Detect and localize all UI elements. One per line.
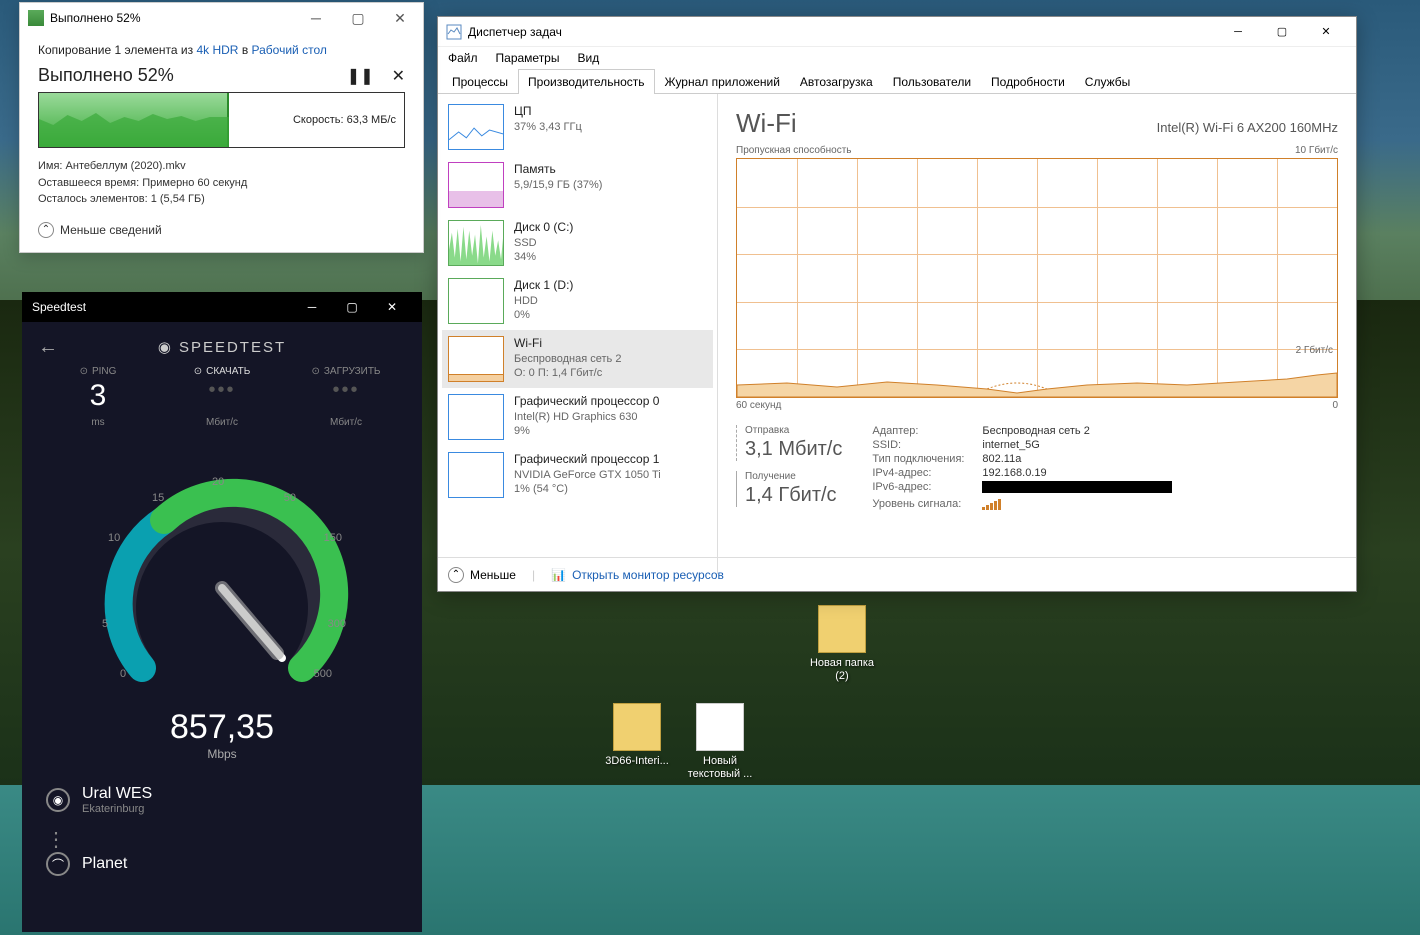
folder-icon <box>613 703 661 751</box>
close-button[interactable]: ✕ <box>372 292 412 322</box>
toggle-details-button[interactable]: ⌃ Меньше сведений <box>38 222 405 238</box>
back-button[interactable]: ← <box>38 336 58 359</box>
signal-strength-icon <box>982 498 1001 510</box>
chevron-up-icon: ⌃ <box>38 222 54 238</box>
tab-details[interactable]: Подробности <box>981 69 1075 94</box>
desktop-folder-new[interactable]: Новая папка (2) <box>802 605 882 683</box>
copy-titlebar[interactable]: Выполнено 52% ─ ▢ ✕ <box>20 3 423 33</box>
menu-view[interactable]: Вид <box>577 51 599 65</box>
connection-details: Адаптер:Беспроводная сеть 2 SSID:interne… <box>872 425 1172 515</box>
close-button[interactable]: ✕ <box>385 10 415 27</box>
tab-app-history[interactable]: Журнал приложений <box>655 69 790 94</box>
tm-footer: ⌃ Меньше | 📊 Открыть монитор ресурсов <box>438 557 1356 591</box>
gauge-icon: ◉ <box>158 338 173 356</box>
copy-metadata: Имя: Антебеллум (2020).mkv Оставшееся вр… <box>38 158 405 208</box>
chevron-up-icon: ⌃ <box>448 567 464 583</box>
copy-description: Копирование 1 элемента из 4k HDR в Рабоч… <box>38 43 405 57</box>
disk-thumb-icon <box>448 278 504 324</box>
copy-title-text: Выполнено 52% <box>50 11 141 25</box>
dest-link[interactable]: Рабочий стол <box>252 43 327 57</box>
task-manager-icon <box>446 24 462 40</box>
close-button[interactable]: ✕ <box>1304 17 1348 46</box>
more-indicator: ⋮ <box>46 827 398 852</box>
disk-thumb-icon <box>448 220 504 266</box>
server-row[interactable]: ⌒ Planet <box>46 852 398 876</box>
copy-throughput-graph: Скорость: 63,3 МБ/с <box>38 92 405 148</box>
minimize-button[interactable]: ─ <box>301 10 331 27</box>
desktop-file-textdoc[interactable]: Новый текстовый ... <box>680 703 760 781</box>
detail-heading: Wi-Fi <box>736 108 797 139</box>
sidebar-item-memory[interactable]: Память5,9/15,9 ГБ (37%) <box>442 156 713 214</box>
gpu-thumb-icon <box>448 452 504 498</box>
cancel-button[interactable]: ✕ <box>392 66 405 86</box>
sidebar-item-gpu0[interactable]: Графический процессор 0Intel(R) HD Graph… <box>442 388 713 446</box>
sidebar-item-cpu[interactable]: ЦП37% 3,43 ГГц <box>442 98 713 156</box>
isp-row[interactable]: ◉ Ural WESEkaterinburg <box>46 785 398 815</box>
sidebar-item-disk1[interactable]: Диск 1 (D:)HDD 0% <box>442 272 713 330</box>
speed-gauge: 0 5 10 15 20 50 150 300 500 <box>92 458 352 718</box>
copy-progress-icon <box>28 10 44 26</box>
ping-icon: ⊙ <box>80 366 88 377</box>
memory-thumb-icon <box>448 162 504 208</box>
wifi-icon: ⌒ <box>46 852 70 876</box>
speedtest-titlebar[interactable]: Speedtest ─ ▢ ✕ <box>22 292 422 322</box>
tm-menubar: Файл Параметры Вид <box>438 47 1356 69</box>
resmon-icon: 📊 <box>551 568 566 582</box>
redacted-ipv6 <box>982 481 1172 493</box>
tm-detail-pane: Wi-Fi Intel(R) Wi-Fi 6 AX200 160MHz Проп… <box>718 94 1356 574</box>
menu-options[interactable]: Параметры <box>496 51 560 65</box>
tab-services[interactable]: Службы <box>1075 69 1140 94</box>
menu-file[interactable]: Файл <box>448 51 478 65</box>
speed-label: Скорость: 63,3 МБ/с <box>293 114 396 126</box>
sidebar-item-gpu1[interactable]: Графический процессор 1NVIDIA GeForce GT… <box>442 446 713 504</box>
minimize-button[interactable]: ─ <box>292 292 332 322</box>
adapter-model: Intel(R) Wi-Fi 6 AX200 160MHz <box>1157 120 1338 135</box>
cpu-thumb-icon <box>448 104 504 150</box>
text-document-icon <box>696 703 744 751</box>
tm-sidebar: ЦП37% 3,43 ГГц Память5,9/15,9 ГБ (37%) Д… <box>438 94 718 574</box>
speedtest-logo: ◉SPEEDTEST <box>22 322 422 366</box>
tab-users[interactable]: Пользователи <box>883 69 981 94</box>
maximize-button[interactable]: ▢ <box>343 10 373 27</box>
send-stat: Отправка 3,1 Мбит/с <box>736 425 842 461</box>
tab-performance[interactable]: Производительность <box>518 69 654 94</box>
isp-icon: ◉ <box>46 788 70 812</box>
upload-metric: ⊙ЗАГРУЗИТЬ ••• Мбит/с <box>284 366 408 428</box>
tab-startup[interactable]: Автозагрузка <box>790 69 883 94</box>
speedtest-window: Speedtest ─ ▢ ✕ ← ◉SPEEDTEST ⊙PING 3 ms … <box>22 292 422 932</box>
receive-stat: Получение 1,4 Гбит/с <box>736 471 842 507</box>
sidebar-item-disk0[interactable]: Диск 0 (C:)SSD 34% <box>442 214 713 272</box>
throughput-chart: 2 Гбит/с <box>736 158 1338 398</box>
folder-icon <box>818 605 866 653</box>
source-link[interactable]: 4k HDR <box>196 43 238 57</box>
maximize-button[interactable]: ▢ <box>332 292 372 322</box>
download-icon: ⊙ <box>194 366 202 377</box>
ping-metric: ⊙PING 3 ms <box>36 366 160 428</box>
gpu-thumb-icon <box>448 394 504 440</box>
task-manager-window: Диспетчер задач ─ ▢ ✕ Файл Параметры Вид… <box>437 16 1357 592</box>
copy-dialog: Выполнено 52% ─ ▢ ✕ Копирование 1 элемен… <box>19 2 424 253</box>
desktop-folder-3d66[interactable]: 3D66-Interi... <box>597 703 677 768</box>
minimize-button[interactable]: ─ <box>1216 17 1260 46</box>
fewer-details-button[interactable]: ⌃ Меньше <box>448 567 516 583</box>
tm-tabstrip: Процессы Производительность Журнал прило… <box>438 69 1356 94</box>
tab-processes[interactable]: Процессы <box>442 69 518 94</box>
open-resmon-link[interactable]: 📊 Открыть монитор ресурсов <box>551 568 724 582</box>
maximize-button[interactable]: ▢ <box>1260 17 1304 46</box>
sidebar-item-wifi[interactable]: Wi-FiБеспроводная сеть 2 О: 0 П: 1,4 Гби… <box>442 330 713 388</box>
progress-text: Выполнено 52% <box>38 65 174 86</box>
upload-icon: ⊙ <box>312 366 320 377</box>
wifi-thumb-icon <box>448 336 504 382</box>
pause-button[interactable]: ❚❚ <box>347 66 374 86</box>
tm-titlebar[interactable]: Диспетчер задач ─ ▢ ✕ <box>438 17 1356 47</box>
download-metric: ⊙СКАЧАТЬ ••• Мбит/с <box>160 366 284 428</box>
